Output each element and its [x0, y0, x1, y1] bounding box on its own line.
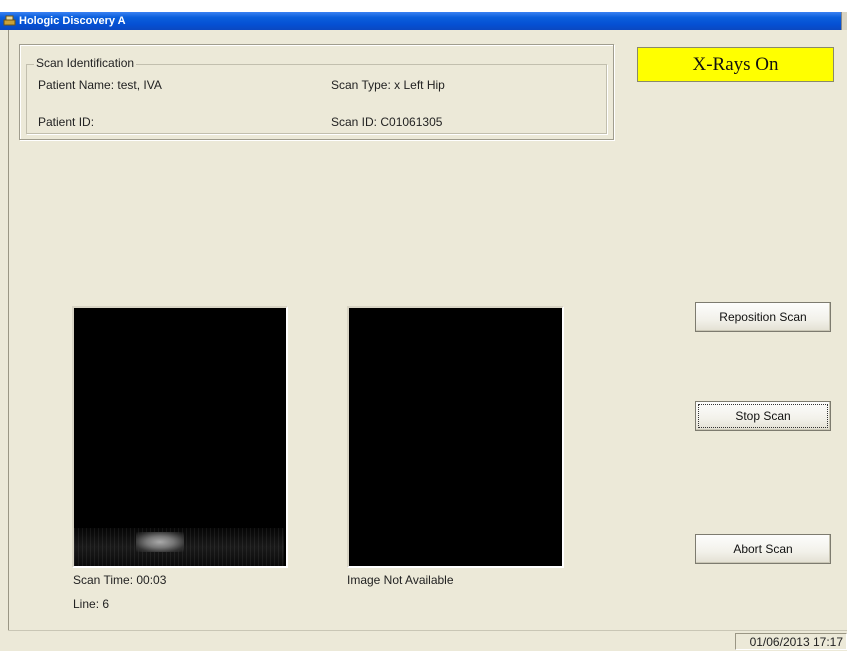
abort-scan-button[interactable]: Abort Scan — [695, 534, 831, 564]
scan-bone-signal — [136, 532, 184, 552]
scan-type: Scan Type: x Left Hip — [331, 78, 445, 92]
scan-line-label: Line: 6 — [73, 597, 110, 611]
stop-scan-button[interactable]: Stop Scan — [695, 401, 831, 431]
status-bar: 01/06/2013 17:17 — [8, 630, 847, 651]
window-title: Hologic Discovery A — [19, 15, 126, 27]
scan-identification-legend: Scan Identification — [34, 56, 137, 70]
title-bar: Hologic Discovery A — [0, 0, 847, 30]
window-control-button[interactable] — [841, 12, 847, 30]
scan-id: Scan ID: C01061305 — [331, 115, 443, 129]
analysis-image — [347, 306, 564, 568]
reposition-scan-button[interactable]: Reposition Scan — [695, 302, 831, 332]
title-bar-strip[interactable]: Hologic Discovery A — [0, 12, 843, 30]
status-datetime: 01/06/2013 17:17 — [735, 633, 847, 650]
scan-time-label: Scan Time: 00:03 — [73, 573, 167, 587]
image-not-available-label: Image Not Available — [347, 573, 454, 587]
app-icon — [3, 15, 16, 26]
scan-identification-fieldset — [26, 64, 607, 134]
scan-image-live — [72, 306, 288, 568]
patient-id: Patient ID: — [38, 115, 95, 129]
xrays-status-badge: X-Rays On — [637, 47, 834, 82]
patient-name: Patient Name: test, IVA — [38, 78, 162, 92]
window-border — [8, 30, 9, 630]
scan-identification-panel: Scan Identification Patient Name: test, … — [19, 44, 614, 140]
